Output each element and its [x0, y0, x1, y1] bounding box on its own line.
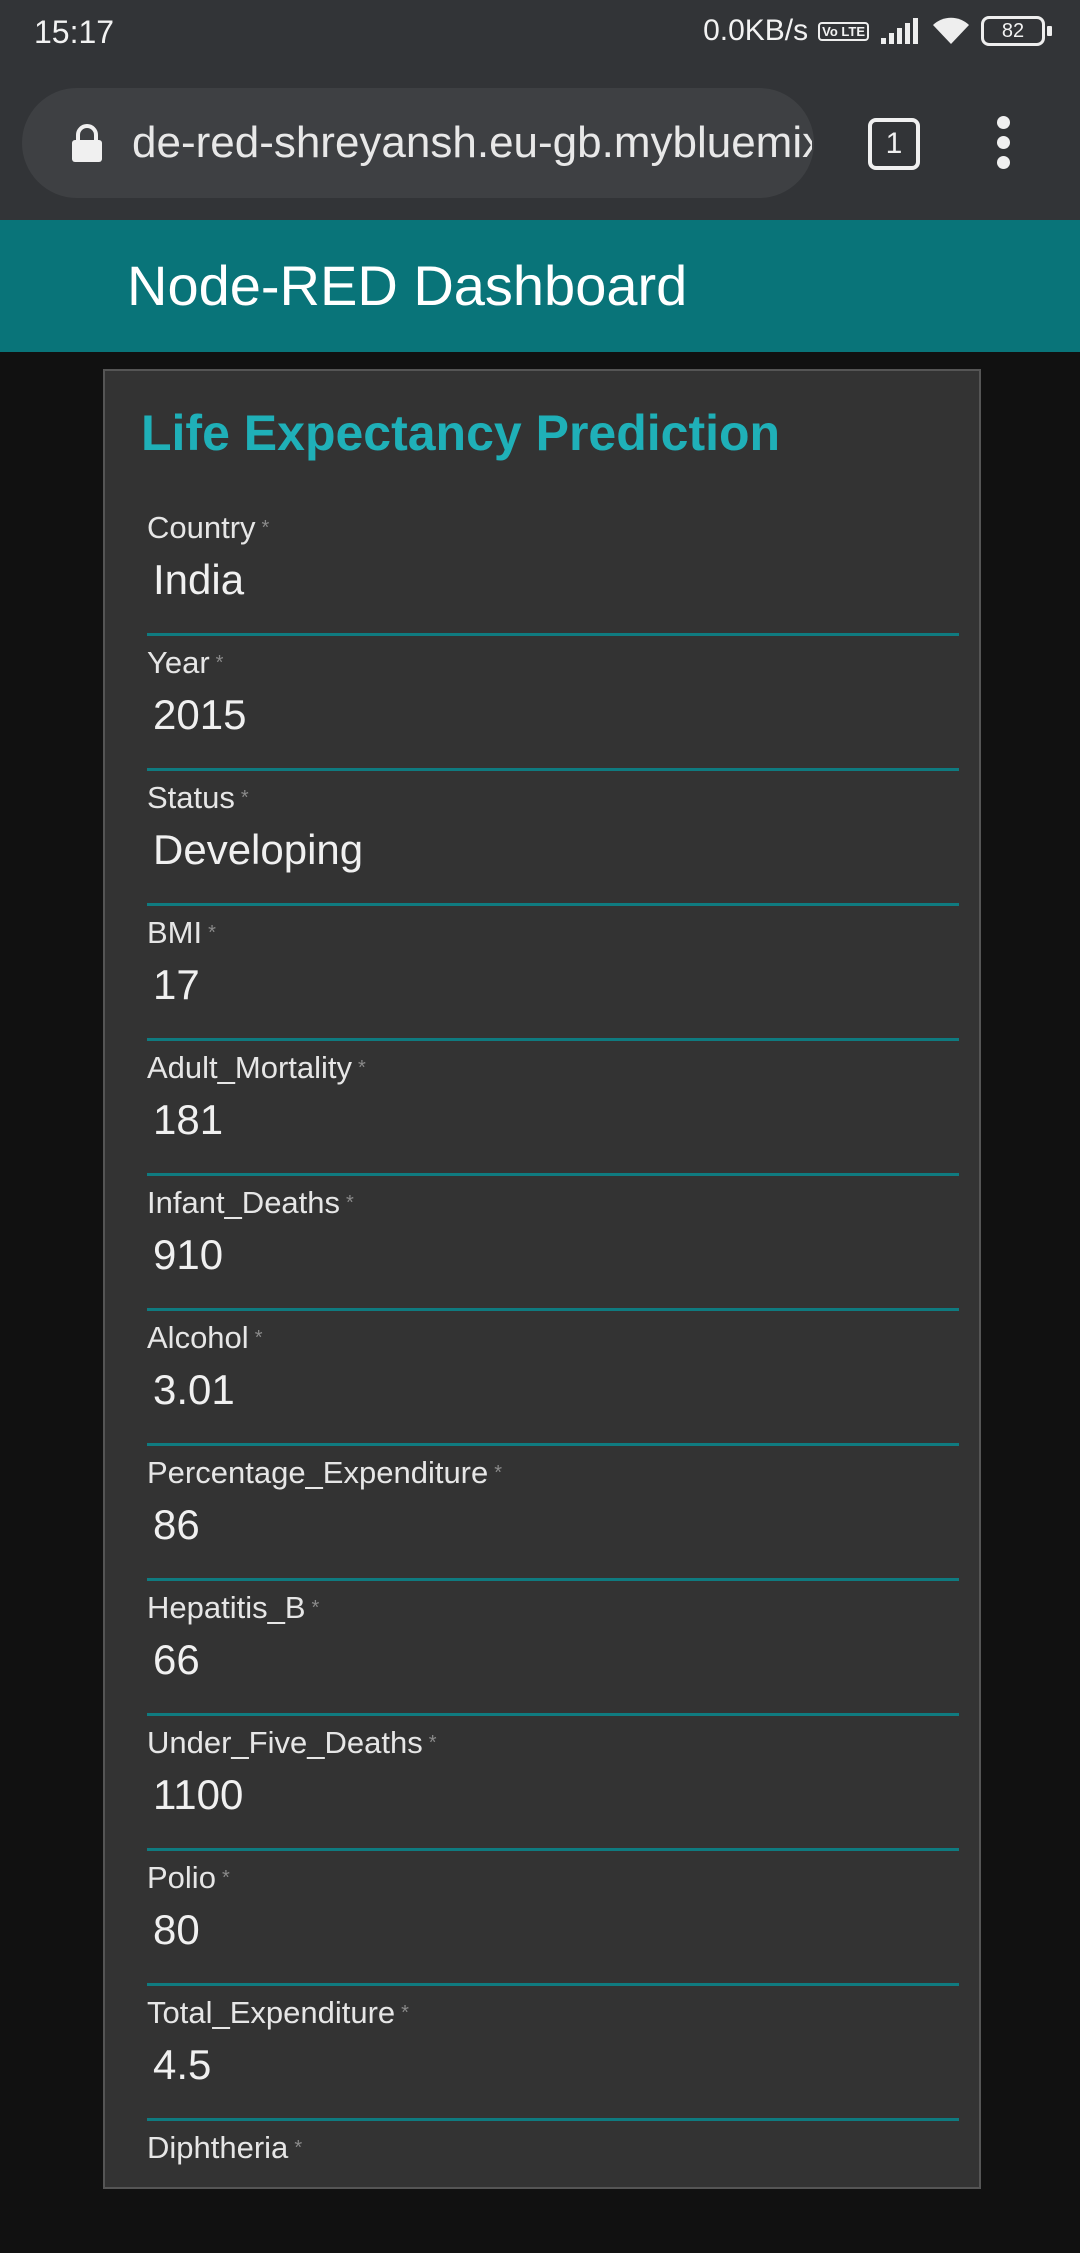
url-bar[interactable]: de-red-shreyansh.eu-gb.mybluemix	[22, 88, 814, 198]
volte-icon: Vo LTE	[818, 21, 869, 41]
dashboard-header: Node-RED Dashboard	[0, 220, 1080, 352]
percentage-expenditure-field[interactable]: Percentage_Expenditure * 86	[147, 1444, 959, 1581]
form-title: Life Expectancy Prediction	[141, 405, 781, 461]
bmi-field[interactable]: BMI * 17	[147, 904, 959, 1041]
field-value[interactable]: 80	[153, 1903, 200, 1957]
alcohol-field[interactable]: Alcohol * 3.01	[147, 1309, 959, 1446]
url-text[interactable]: de-red-shreyansh.eu-gb.mybluemix	[132, 118, 812, 168]
wifi-icon	[933, 17, 969, 44]
field-label: Polio	[147, 1860, 216, 1895]
status-field[interactable]: Status * Developing	[147, 769, 959, 906]
required-marker: *	[311, 1597, 320, 1619]
required-marker: *	[240, 787, 249, 809]
field-label: Infant_Deaths	[147, 1185, 341, 1220]
browser-toolbar: de-red-shreyansh.eu-gb.mybluemix 1	[0, 66, 1080, 220]
field-value[interactable]: Developing	[153, 823, 363, 877]
field-label: Percentage_Expenditure	[147, 1455, 489, 1490]
field-label: Year	[147, 645, 210, 680]
country-field[interactable]: Country * India	[147, 499, 959, 636]
field-label: Status	[147, 780, 235, 815]
signal-icon	[881, 18, 918, 44]
field-label: Adult_Mortality	[147, 1050, 353, 1085]
diphtheria-field[interactable]: Diphtheria *	[147, 2119, 959, 2253]
required-marker: *	[401, 2002, 409, 2024]
field-label: Alcohol	[147, 1320, 249, 1355]
hepatitis-b-field[interactable]: Hepatitis_B * 66	[147, 1579, 959, 1716]
year-field[interactable]: Year * 2015	[147, 634, 959, 771]
prediction-form-card: Life Expectancy Prediction Country * Indi…	[103, 369, 981, 2189]
lock-icon	[72, 124, 102, 162]
field-value[interactable]: 3.01	[153, 1363, 235, 1417]
required-marker: *	[261, 517, 270, 539]
status-time: 15:17	[34, 14, 115, 50]
more-options-icon[interactable]	[990, 116, 1016, 172]
network-speed: 0.0KB/s	[703, 14, 809, 47]
field-label: Hepatitis_B	[147, 1590, 306, 1625]
total-expenditure-field[interactable]: Total_Expenditure * 4.5	[147, 1984, 959, 2121]
required-marker: *	[221, 1867, 230, 1889]
status-icons: 0.0KB/s Vo LTE 82	[703, 14, 1052, 48]
field-value[interactable]: 86	[153, 1498, 200, 1552]
adult-mortality-field[interactable]: Adult_Mortality * 181	[147, 1039, 959, 1176]
battery-level: 82	[981, 16, 1045, 46]
required-marker: *	[208, 922, 216, 944]
field-value[interactable]: India	[153, 553, 244, 607]
required-marker: *	[346, 1192, 354, 1214]
status-bar: 15:17 0.0KB/s Vo LTE 82	[0, 0, 1080, 66]
under-five-deaths-field[interactable]: Under_Five_Deaths * 1100	[147, 1714, 959, 1851]
required-marker: *	[494, 1462, 503, 1484]
field-value[interactable]: 17	[153, 958, 200, 1012]
field-label: Total_Expenditure	[147, 1995, 396, 2030]
field-label: Country	[147, 510, 256, 545]
battery-icon: 82	[981, 16, 1052, 46]
field-value[interactable]: 181	[153, 1093, 223, 1147]
field-label: Under_Five_Deaths	[147, 1725, 423, 1760]
field-value[interactable]: 2015	[153, 688, 246, 742]
required-marker: *	[428, 1732, 437, 1754]
required-marker: *	[358, 1057, 366, 1079]
tab-switcher-button[interactable]: 1	[868, 118, 920, 170]
required-marker: *	[215, 652, 224, 674]
field-value[interactable]: 4.5	[153, 2038, 211, 2092]
required-marker: *	[294, 2137, 303, 2159]
polio-field[interactable]: Polio * 80	[147, 1849, 959, 1986]
field-value[interactable]: 910	[153, 1228, 223, 1282]
page-title: Node-RED Dashboard	[127, 254, 688, 317]
field-value[interactable]: 1100	[153, 1768, 243, 1822]
infant-deaths-field[interactable]: Infant_Deaths * 910	[147, 1174, 959, 1311]
field-value[interactable]: 66	[153, 1633, 200, 1687]
field-label: BMI	[147, 915, 203, 950]
required-marker: *	[254, 1327, 263, 1349]
